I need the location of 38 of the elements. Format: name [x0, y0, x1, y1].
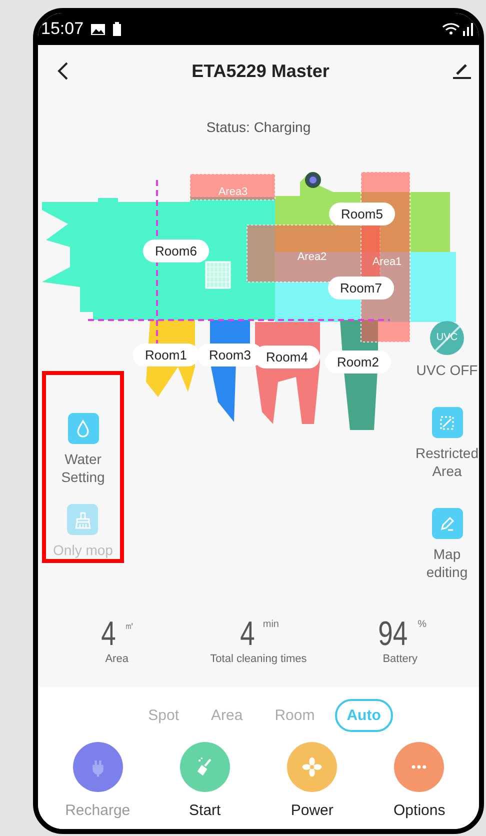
room-label[interactable]: Room7 — [328, 276, 394, 300]
stat-value: 94 — [378, 617, 408, 651]
broom-icon — [67, 504, 98, 535]
room-label[interactable]: Room6 — [143, 240, 209, 262]
action-button[interactable]: Options — [374, 742, 464, 819]
restricted-area-icon — [432, 407, 462, 438]
stat-value: 4 — [240, 617, 255, 651]
battery-icon — [112, 22, 122, 36]
device-title: ETA5229 Master — [192, 60, 330, 82]
stat-value: 4 — [101, 617, 116, 651]
dock-icon — [205, 261, 231, 289]
water-drop-icon — [68, 413, 98, 444]
stat-label: Battery — [382, 653, 418, 665]
stat-label: Total cleaning times — [210, 653, 307, 665]
robot-icon — [305, 172, 321, 188]
signal-icon — [441, 22, 475, 36]
room-label[interactable]: Room2 — [325, 350, 391, 374]
image-icon — [90, 22, 106, 36]
action-button[interactable]: Start — [160, 742, 250, 819]
stat-unit: ㎡ — [124, 620, 134, 633]
area-label: Area3 — [218, 186, 248, 198]
chevron-left-icon — [56, 61, 70, 81]
room-label[interactable]: Room5 — [329, 202, 395, 226]
status-text: Status: Charging — [205, 119, 312, 135]
stat-label: Area — [105, 653, 128, 665]
action-button[interactable]: Power — [267, 742, 358, 819]
room-label[interactable]: Room1 — [133, 344, 199, 366]
area-label: Area1 — [372, 256, 402, 268]
tool-button[interactable]: Water Setting — [46, 413, 120, 486]
room-label[interactable]: Room4 — [254, 346, 320, 368]
status-time: 15:07 — [41, 19, 84, 39]
stat-unit: % — [418, 619, 426, 630]
pencil-icon — [450, 62, 471, 80]
stat-unit: min — [262, 619, 279, 630]
pencil-icon — [432, 508, 462, 539]
tool-button[interactable]: Map editing — [415, 508, 479, 581]
area-label: Area2 — [297, 251, 327, 263]
tool-button[interactable]: Restricted Area — [415, 407, 479, 480]
